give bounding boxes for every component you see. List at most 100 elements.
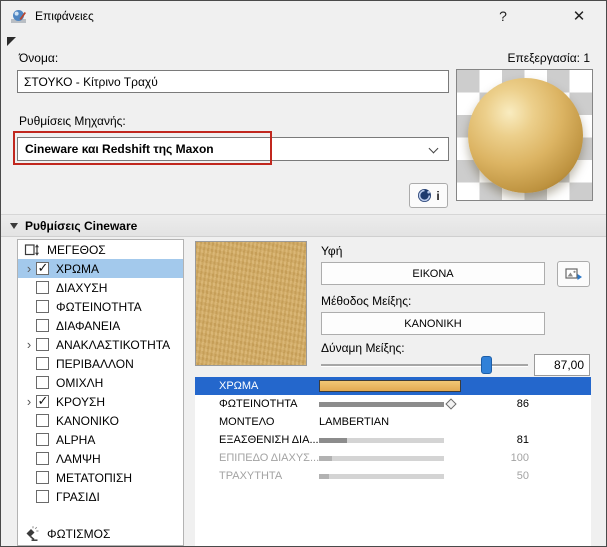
slider-marker-icon[interactable] — [445, 397, 457, 410]
property-control — [319, 467, 469, 485]
cineware-info-button[interactable]: i — [409, 183, 448, 208]
property-row[interactable]: ΤΡΑΧΥΤΗΤΑ 50 — [195, 467, 591, 485]
property-value: 86 — [516, 398, 529, 410]
channel-checkbox[interactable] — [36, 414, 49, 427]
mini-slider[interactable] — [319, 437, 444, 443]
channel-checkbox[interactable] — [36, 281, 49, 294]
channel-label: ΜΕΤΑΤΟΠΙΣΗ — [56, 470, 133, 485]
expand-chevron-icon[interactable]: › — [22, 259, 36, 278]
channel-row[interactable]: ΛΑΜΨΗ — [18, 449, 183, 468]
channel-row[interactable]: › ΧΡΩΜΑ — [18, 259, 183, 278]
mini-slider-fill — [319, 455, 332, 461]
material-preview — [456, 69, 593, 201]
cineware-section-header[interactable]: Ρυθμίσεις Cineware — [1, 214, 606, 237]
channel-row[interactable]: ΚΑΝΟΝΙΚΟ — [18, 411, 183, 430]
chevron-down-icon — [428, 143, 439, 154]
engine-dropdown[interactable]: Cineware και Redshift της Maxon — [17, 137, 449, 161]
channel-checkbox[interactable] — [36, 338, 49, 351]
close-button[interactable]: ✕ — [562, 1, 596, 31]
channel-row[interactable]: ALPHA — [18, 430, 183, 449]
channel-checkbox[interactable] — [36, 452, 49, 465]
channel-checkbox[interactable] — [36, 490, 49, 503]
channel-row[interactable]: › ΚΡΟΥΣΗ — [18, 392, 183, 411]
property-value: 81 — [516, 434, 529, 446]
property-label: ΧΡΩΜΑ — [219, 380, 259, 392]
property-row[interactable]: ΦΩΤΕΙΝΟΤΗΤΑ 86 — [195, 395, 591, 413]
channel-row[interactable]: ΔΙΑΧΥΣΗ — [18, 278, 183, 297]
expand-chevron-icon[interactable]: › — [22, 335, 36, 354]
mix-method-label: Μέθοδος Μείξης: — [321, 294, 412, 308]
channel-label: ΓΡΑΣΙΔΙ — [56, 489, 100, 504]
app-icon — [11, 9, 26, 23]
mini-slider[interactable] — [319, 455, 444, 461]
info-label: i — [436, 188, 440, 203]
property-control — [319, 377, 469, 395]
channel-checkbox[interactable] — [36, 300, 49, 313]
surfaces-dialog: Επιφάνειες ? ✕ Όνομα: Επεξεργασία: 1 Ρυθ… — [0, 0, 607, 547]
engine-value: Cineware και Redshift της Maxon — [25, 142, 214, 156]
light-icon — [24, 525, 42, 542]
channel-checkbox[interactable] — [36, 433, 49, 446]
channel-row[interactable]: ΔΙΑΦΑΝΕΙΑ — [18, 316, 183, 335]
panel-collapse-icon[interactable] — [7, 37, 16, 46]
channel-label: ΚΑΝΟΝΙΚΟ — [56, 413, 119, 428]
mini-slider[interactable] — [319, 473, 444, 479]
property-control — [319, 431, 469, 449]
property-row[interactable]: ΕΞΑΣΘΕΝΙΣΗ ΔΙΑ... 81 — [195, 431, 591, 449]
channel-row[interactable]: ΟΜΙΧΛΗ — [18, 373, 183, 392]
color-swatch[interactable] — [319, 379, 461, 392]
property-row[interactable]: ΧΡΩΜΑ — [195, 377, 591, 395]
property-value: 50 — [516, 470, 529, 482]
property-control — [319, 449, 469, 467]
property-label: ΤΡΑΧΥΤΗΤΑ — [219, 470, 283, 482]
channel-checkbox[interactable] — [36, 357, 49, 370]
size-icon — [24, 242, 42, 258]
channel-checkbox[interactable] — [36, 393, 49, 409]
cinema4d-icon — [418, 189, 432, 202]
channel-label: ALPHA — [56, 432, 96, 447]
property-row[interactable]: ΕΠΙΠΕΔΟ ΔΙΑΧΥΣ... 100 — [195, 449, 591, 467]
channel-label: ΔΙΑΦΑΝΕΙΑ — [56, 318, 121, 333]
channel-checkbox[interactable] — [36, 471, 49, 484]
channel-label: ΚΡΟΥΣΗ — [56, 394, 106, 409]
channel-row[interactable]: ΠΕΡΙΒΑΛΛΟΝ — [18, 354, 183, 373]
mix-strength-value[interactable]: 87,00 — [534, 354, 590, 376]
name-label: Όνομα: — [19, 51, 59, 65]
property-label: ΜΟΝΤΕΛΟ — [219, 416, 275, 428]
mix-method-button[interactable]: ΚΑΝΟΝΙΚΗ — [321, 312, 545, 335]
mini-slider-fill — [319, 437, 347, 443]
channel-checkbox[interactable] — [36, 260, 49, 276]
property-value: 100 — [510, 452, 529, 464]
channel-row[interactable]: ΦΩΤΙΣΜΟΣ — [18, 524, 183, 543]
image-button[interactable]: ΕΙΚΟΝΑ — [321, 262, 545, 285]
property-label: ΕΞΑΣΘΕΝΙΣΗ ΔΙΑ... — [219, 434, 319, 446]
channel-list: ΜΕΓΕΘΟΣ › ΧΡΩΜΑ ΔΙΑΧΥΣΗ ΦΩΤΕΙΝΟΤΗΤΑ ΔΙΑΦΑΝΕΙΑ… — [17, 239, 184, 546]
property-control — [319, 395, 469, 413]
channel-label: ΧΡΩΜΑ — [56, 261, 99, 276]
mix-strength-label: Δύναμη Μείξης: — [321, 341, 405, 355]
property-row[interactable]: ΜΟΝΤΕΛΟ LAMBERTIAN — [195, 413, 591, 431]
name-input[interactable] — [17, 70, 449, 93]
texture-thumbnail[interactable] — [195, 241, 307, 366]
mix-strength-slider[interactable] — [321, 355, 528, 375]
help-button[interactable]: ? — [486, 1, 520, 31]
window-title: Επιφάνειες — [35, 9, 94, 23]
titlebar[interactable]: Επιφάνειες ? ✕ — [1, 1, 606, 31]
engine-label: Ρυθμίσεις Μηχανής: — [19, 114, 126, 128]
channel-label: ΜΕΓΕΘΟΣ — [47, 242, 106, 257]
slider-thumb[interactable] — [480, 356, 492, 374]
channel-label: ΔΙΑΧΥΣΗ — [56, 280, 108, 295]
mini-slider[interactable] — [319, 401, 444, 407]
channel-row[interactable]: ΜΕΤΑΤΟΠΙΣΗ — [18, 468, 183, 487]
channel-row[interactable]: › ΑΝΑΚΛΑΣΤΙΚΟΤΗΤΑ — [18, 335, 183, 354]
expand-chevron-icon[interactable]: › — [22, 392, 36, 411]
channel-checkbox[interactable] — [36, 376, 49, 389]
property-text-value: LAMBERTIAN — [319, 416, 390, 428]
channel-checkbox[interactable] — [36, 319, 49, 332]
property-label: ΦΩΤΕΙΝΟΤΗΤΑ — [219, 398, 298, 410]
channel-row[interactable]: ΓΡΑΣΙΔΙ — [18, 487, 183, 506]
texture-options-button[interactable] — [557, 261, 590, 287]
channel-row[interactable]: ΜΕΓΕΘΟΣ — [18, 240, 183, 259]
channel-row[interactable]: ΦΩΤΕΙΝΟΤΗΤΑ — [18, 297, 183, 316]
channel-label: ΦΩΤΕΙΝΟΤΗΤΑ — [56, 299, 142, 314]
